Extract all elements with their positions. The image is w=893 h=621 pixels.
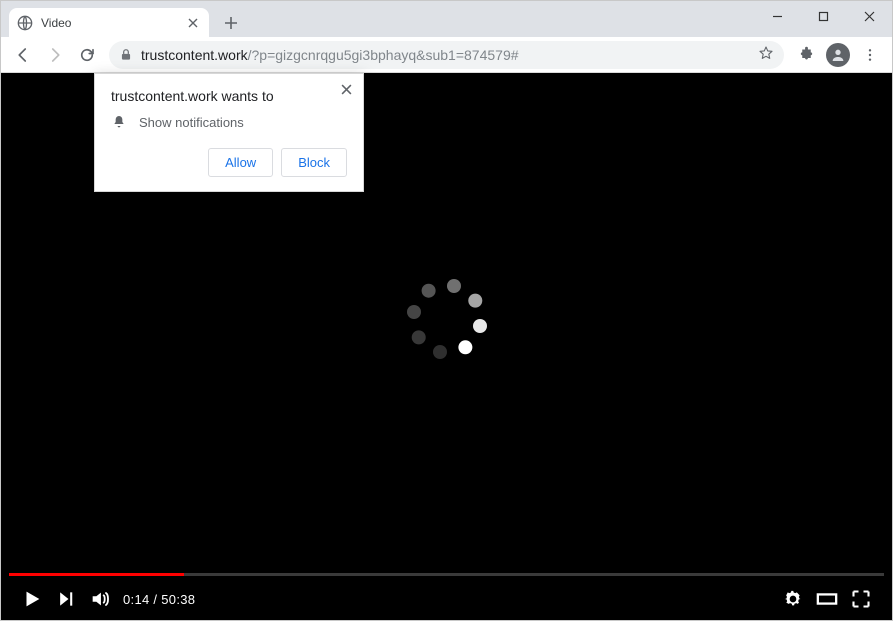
video-progress-fill [9,573,184,576]
url-domain: trustcontent.work [141,47,248,63]
gear-icon [783,589,803,609]
address-bar[interactable]: trustcontent.work/?p=gizgcnrqgu5gi3bphay… [109,41,784,69]
popup-request-line: Show notifications [111,114,347,130]
volume-icon [89,588,111,610]
tab-close-button[interactable] [185,15,201,31]
notification-permission-popup: trustcontent.work wants to Show notifica… [94,73,364,192]
maximize-icon [818,11,829,22]
back-button[interactable] [7,39,39,71]
video-time-separator: / [150,592,162,607]
bell-icon [111,114,127,130]
video-duration: 50:38 [161,592,195,607]
bookmark-button[interactable] [758,45,774,64]
extensions-button[interactable] [790,39,822,71]
new-tab-button[interactable] [217,11,245,35]
window-close-button[interactable] [846,1,892,31]
next-button[interactable] [49,582,83,616]
url-path: /?p=gizgcnrqgu5gi3bphayq&sub1=874579# [248,47,519,63]
skip-next-icon [56,589,76,609]
plus-icon [224,16,238,30]
video-current-time: 0:14 [123,592,150,607]
window-titlebar: Video [1,1,892,37]
arrow-left-icon [14,46,32,64]
video-progress-track[interactable] [9,573,884,576]
close-icon [188,18,198,28]
avatar-icon [826,43,850,67]
volume-button[interactable] [83,582,117,616]
window-controls [754,1,892,31]
arrow-right-icon [46,46,64,64]
star-icon [758,45,774,61]
close-icon [864,11,875,22]
profile-button[interactable] [822,39,854,71]
lock-icon [119,48,133,62]
reload-button[interactable] [71,39,103,71]
loading-spinner [412,284,482,354]
window-maximize-button[interactable] [800,1,846,31]
settings-button[interactable] [776,582,810,616]
block-button[interactable]: Block [281,148,347,177]
play-button[interactable] [15,582,49,616]
popup-request-text: Show notifications [139,115,244,130]
tab-title: Video [41,16,185,30]
video-time: 0:14 / 50:38 [123,592,195,607]
fullscreen-icon [851,589,871,609]
menu-button[interactable] [854,39,886,71]
globe-icon [17,15,33,31]
browser-toolbar: trustcontent.work/?p=gizgcnrqgu5gi3bphay… [1,37,892,73]
forward-button[interactable] [39,39,71,71]
close-icon [341,84,352,95]
minimize-icon [772,11,783,22]
url-text: trustcontent.work/?p=gizgcnrqgu5gi3bphay… [141,47,750,63]
allow-button[interactable]: Allow [208,148,273,177]
window-minimize-button[interactable] [754,1,800,31]
kebab-icon [862,47,878,63]
popup-title: trustcontent.work wants to [111,88,347,104]
page-content: trustcontent.work wants to Show notifica… [1,73,892,620]
reload-icon [78,46,96,64]
theater-icon [816,588,838,610]
fullscreen-button[interactable] [844,582,878,616]
browser-tab[interactable]: Video [9,8,209,38]
popup-close-button[interactable] [335,78,357,100]
play-icon [21,588,43,610]
video-controls: 0:14 / 50:38 [1,578,892,620]
theater-mode-button[interactable] [810,582,844,616]
puzzle-icon [798,46,815,63]
